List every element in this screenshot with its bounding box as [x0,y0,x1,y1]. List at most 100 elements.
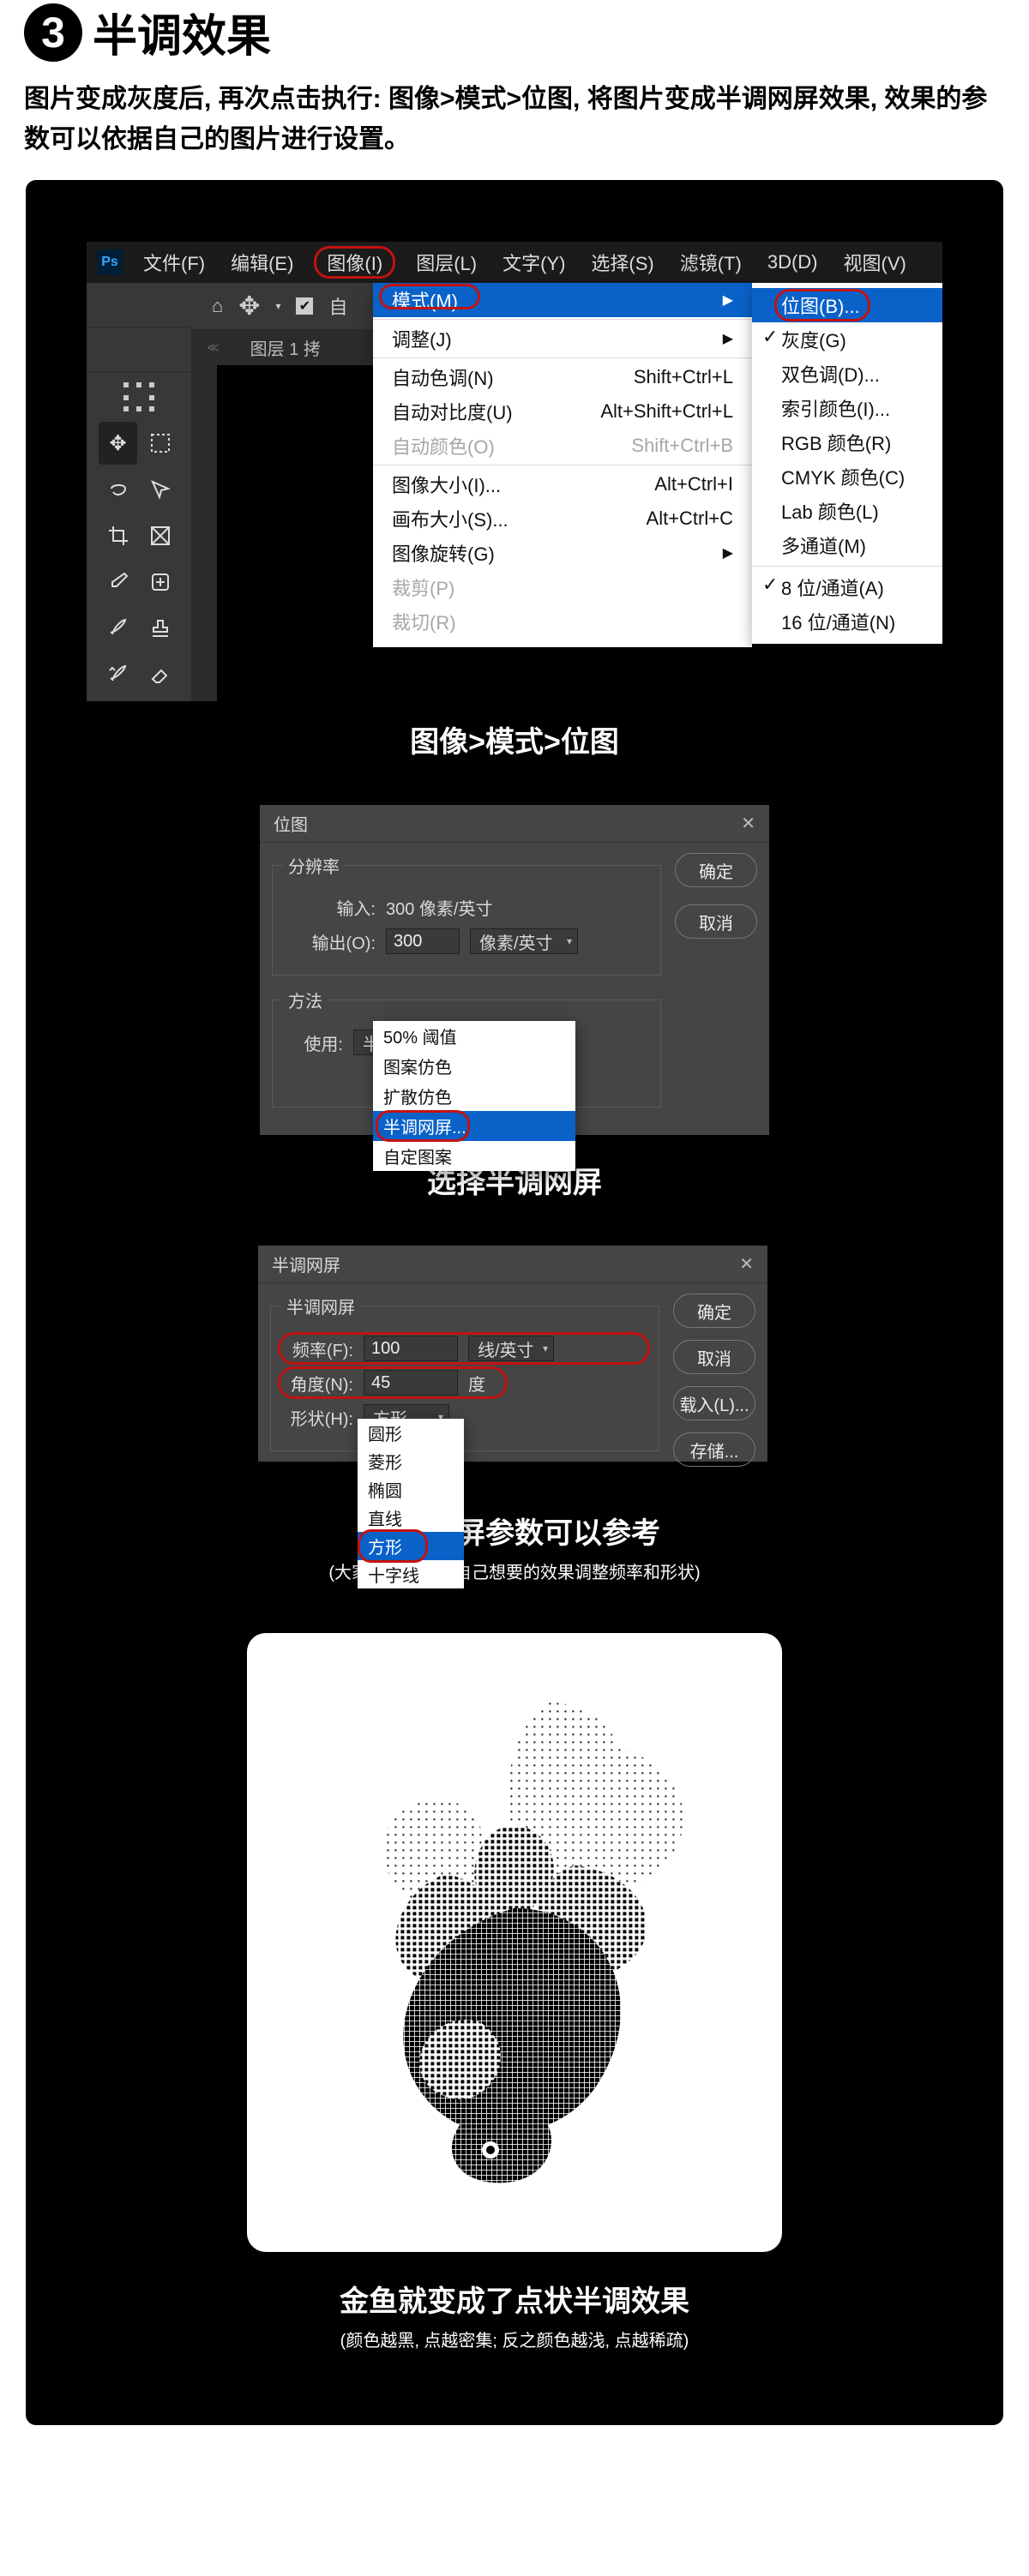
submenu-8bit[interactable]: 8 位/通道(A) [752,570,942,604]
use-option-halftone[interactable]: 半调网屏... [373,1111,575,1141]
submenu-indexed[interactable]: 索引颜色(I)... [752,391,942,425]
menu-canvas-size[interactable]: 画布大小(S)...Alt+Ctrl+C [373,501,752,536]
use-option[interactable]: 50% 阈值 [373,1021,575,1051]
ps-app-window: Ps 文件(F) 编辑(E) 图像(I) 图层(L) 文字(Y) 选择(S) 滤… [87,242,942,701]
input-value: 300 像素/英寸 [386,895,492,920]
history-brush-tool[interactable] [99,653,137,696]
lasso-tool[interactable] [99,468,137,511]
panel1-caption: 图像>模式>位图 [26,718,1003,760]
shape-label: 形状(H): [281,1405,353,1430]
ps-menubar: Ps 文件(F) 编辑(E) 图像(I) 图层(L) 文字(Y) 选择(S) 滤… [87,242,942,283]
menu-select[interactable]: 选择(S) [586,247,659,278]
load-button[interactable]: 载入(L)... [673,1386,755,1420]
panel3-caption: 半调网屏参数可以参考 [26,1510,1003,1552]
ps-ruler [191,365,217,701]
menu-edit[interactable]: 编辑(E) [226,247,298,278]
frame-tool[interactable] [141,514,179,557]
menu-file[interactable]: 文件(F) [138,247,210,278]
healing-tool[interactable] [141,561,179,603]
use-option[interactable]: 扩散仿色 [373,1081,575,1111]
cancel-button[interactable]: 取消 [675,904,757,939]
menu-filter[interactable]: 滤镜(T) [675,247,747,278]
use-dropdown-list: 50% 阈值 图案仿色 扩散仿色 半调网屏... 自定图案 [373,1021,575,1171]
highlight-rect [278,1332,650,1365]
auto-select-label: 自 [328,292,347,320]
dialog-title: 位图 [274,811,308,836]
resolution-legend: 分辨率 [283,853,345,878]
result-image [247,1633,782,2252]
output-unit-select[interactable]: 像素/英寸 [470,928,578,954]
menu-type[interactable]: 文字(Y) [497,247,570,278]
menu-image-size[interactable]: 图像大小(I)...Alt+Ctrl+I [373,467,752,501]
eraser-tool[interactable] [141,653,179,696]
highlight-oval [379,284,480,309]
marquee-tool[interactable] [141,422,179,465]
cancel-button[interactable]: 取消 [673,1340,755,1374]
stamp-tool[interactable] [141,607,179,650]
close-icon[interactable]: ✕ [739,1253,754,1275]
ps-tools-panel: ✥ [87,283,191,701]
shape-option-square[interactable]: 方形 [358,1532,464,1560]
ok-button[interactable]: 确定 [675,853,757,887]
submenu-duotone[interactable]: 双色调(D)... [752,357,942,391]
move-tool-icon[interactable]: ✥ [238,291,260,321]
input-label: 输入: [283,895,376,920]
step-number-badge: 3 [24,3,82,62]
shape-option[interactable]: 菱形 [358,1447,464,1475]
ok-button[interactable]: 确定 [673,1294,755,1328]
ps-logo-icon: Ps [97,249,123,275]
submenu-16bit[interactable]: 16 位/通道(N) [752,604,942,639]
shape-option[interactable]: 十字线 [358,1560,464,1588]
quick-select-tool[interactable] [141,468,179,511]
submenu-bitmap[interactable]: 位图(B)... [752,288,942,322]
halftone-group: 半调网屏 频率(F): 100 线/英寸 角度(N): 45 [270,1294,659,1451]
mode-submenu: 位图(B)... 灰度(G) 双色调(D)... 索引颜色(I)... RGB … [752,283,942,644]
menu-layer[interactable]: 图层(L) [411,247,482,278]
shape-option[interactable]: 椭圆 [358,1475,464,1504]
submenu-cmyk[interactable]: CMYK 颜色(C) [752,459,942,494]
chevron-right-icon: ▶ [723,544,733,561]
submenu-grayscale[interactable]: 灰度(G) [752,322,942,357]
shape-option[interactable]: 圆形 [358,1419,464,1447]
transform-handles-icon [123,382,154,411]
home-icon[interactable]: ⌂ [212,295,223,317]
use-label: 使用: [283,1030,343,1055]
halftone-legend: 半调网屏 [281,1294,360,1318]
freq-unit-select[interactable]: 线/英寸 [468,1336,554,1361]
menu-image-rotation[interactable]: 图像旋转(G)▶ [373,536,752,570]
step-intro: 图片变成灰度后, 再次点击执行: 图像>模式>位图, 将图片变成半调网屏效果, … [24,80,1005,159]
menu-trim: 裁切(R) [373,604,752,639]
eyedropper-tool[interactable] [99,561,137,603]
step-title: 半调效果 [93,0,271,64]
menu-view[interactable]: 视图(V) [839,247,912,278]
use-option[interactable]: 图案仿色 [373,1051,575,1081]
doc-tab[interactable]: 图层 1 拷 [235,335,336,360]
chevron-right-icon: ▶ [723,330,733,347]
shape-option[interactable]: 直线 [358,1504,464,1532]
menu-3d[interactable]: 3D(D) [762,249,823,275]
submenu-multichannel[interactable]: 多通道(M) [752,528,942,562]
crop-tool[interactable] [99,514,137,557]
highlight-oval [376,1110,470,1142]
highlight-oval [774,289,870,321]
auto-select-checkbox[interactable]: ✔ [296,297,313,315]
menu-mode[interactable]: 模式(M) ▶ [373,283,752,317]
menu-adjustments[interactable]: 调整(J)▶ [373,321,752,356]
save-button[interactable]: 存储... [673,1432,755,1467]
move-tool[interactable]: ✥ [99,422,137,465]
submenu-rgb[interactable]: RGB 颜色(R) [752,425,942,459]
output-field[interactable]: 300 [386,928,460,954]
menu-auto-tone[interactable]: 自动色调(N)Shift+Ctrl+L [373,360,752,394]
dialog-title: 半调网屏 [272,1252,340,1276]
close-icon[interactable]: ✕ [741,813,755,834]
brush-tool[interactable] [99,607,137,650]
menu-image[interactable]: 图像(I) [314,246,395,279]
submenu-lab[interactable]: Lab 颜色(L) [752,494,942,528]
use-option[interactable]: 自定图案 [373,1141,575,1171]
highlight-oval [358,1529,428,1563]
output-label: 输出(O): [283,929,376,954]
menu-auto-contrast[interactable]: 自动对比度(U)Alt+Shift+Ctrl+L [373,394,752,429]
chevron-right-icon: ▶ [723,291,733,309]
image-menu-dropdown: 模式(M) ▶ 调整(J)▶ 自动色调(N)Shift+Ctrl+L 自动对比度… [373,283,752,647]
options-caret-icon[interactable]: ▾ [275,300,280,312]
